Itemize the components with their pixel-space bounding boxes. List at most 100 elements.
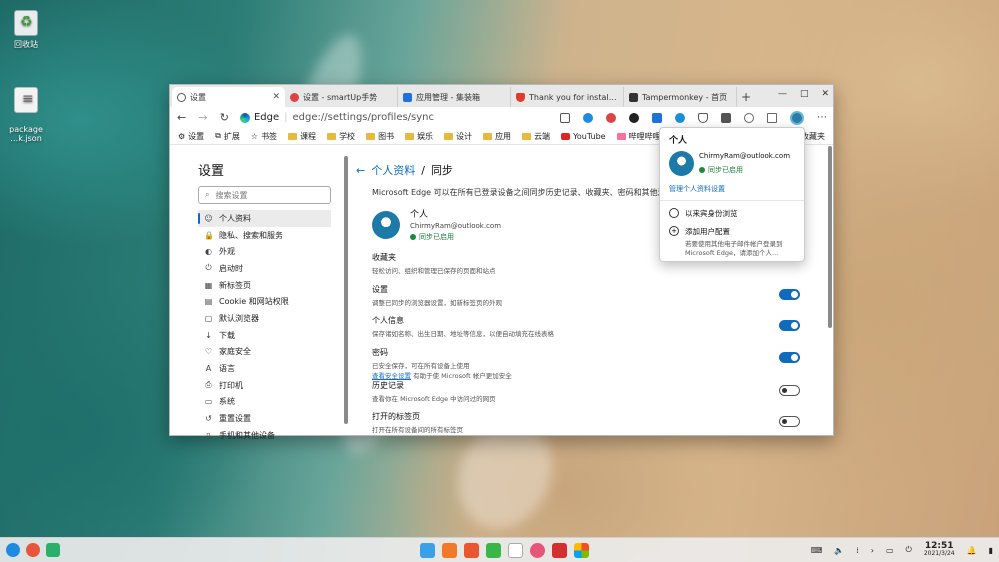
close-tab-icon[interactable]: ✕ <box>272 92 280 102</box>
sidebar-item-1[interactable]: 🔒 隐私、搜索和服务 <box>198 227 331 244</box>
minimize-button[interactable]: — <box>778 89 787 99</box>
extensions-puzzle-icon[interactable] <box>744 112 754 123</box>
smartup-extension-icon[interactable] <box>606 112 616 123</box>
sidebar-item-11[interactable]: ▭ 系统 <box>198 394 331 411</box>
browse-as-guest-item[interactable]: 以来宾身份浏览 <box>660 201 804 219</box>
sidebar-item-3[interactable]: ⏻ 启动时 <box>198 260 331 277</box>
more-menu-icon[interactable]: ⋯ <box>817 112 827 123</box>
bookmark-bookmarks[interactable]: ☆ 书签 <box>251 131 277 142</box>
security-settings-link[interactable]: 查看安全设置 <box>372 372 411 380</box>
nav-icon: ▤ <box>204 297 213 307</box>
flyout-avatar <box>669 151 694 176</box>
nav-icon: ▭ <box>204 397 213 407</box>
multitask-icon[interactable] <box>26 543 40 557</box>
bookmark-folder-cloud[interactable]: 云端 <box>522 131 550 142</box>
tampermonkey-extension-icon[interactable] <box>721 112 731 123</box>
forward-button[interactable]: → <box>197 111 208 124</box>
tab-app-manager[interactable]: 应用管理 - 集装箱 <box>398 87 511 107</box>
bookmark-folder-courses[interactable]: 课程 <box>288 131 316 142</box>
close-window-button[interactable]: ✕ <box>821 89 829 99</box>
sidebar-item-13[interactable]: ▯ 手机和其他设备 <box>198 427 331 444</box>
folder-icon <box>522 132 532 140</box>
sidebar-item-7[interactable]: ↓ 下载 <box>198 327 331 344</box>
extension-dark-icon[interactable] <box>629 112 639 123</box>
sync-toggle[interactable] <box>779 416 800 427</box>
breadcrumb-separator: / <box>421 163 425 177</box>
app-store-icon[interactable] <box>442 542 457 558</box>
sidebar-item-2[interactable]: ◐ 外观 <box>198 243 331 260</box>
shield-extension-icon[interactable] <box>698 112 708 123</box>
clock[interactable]: 12:51 2021/3/24 <box>924 542 955 558</box>
sidebar-item-5[interactable]: ▤ Cookie 和网站权限 <box>198 293 331 310</box>
desktop-icon-recycle-bin[interactable]: 回收站 <box>1 10 51 50</box>
url-text[interactable]: edge://settings/profiles/sync <box>293 112 434 123</box>
sidebar-item-10[interactable]: ⎙ 打印机 <box>198 377 331 394</box>
bookmark-settings[interactable]: ⚙ 设置 <box>178 131 204 142</box>
sidebar-item-4[interactable]: ▦ 新标签页 <box>198 277 331 294</box>
launcher-icon[interactable] <box>6 543 20 557</box>
notification-bell-icon[interactable]: 🔔 <box>967 546 977 555</box>
screen-icon[interactable]: ▭ <box>886 546 894 555</box>
gallery-icon[interactable] <box>464 542 479 558</box>
tab-tampermonkey[interactable]: Tampermonkey - 首页 <box>624 87 737 107</box>
bookmark-folder-apps[interactable]: 应用 <box>483 131 511 142</box>
sidebar-item-6[interactable]: ▢ 默认浏览器 <box>198 310 331 327</box>
bookmark-youtube[interactable]: YouTube <box>561 132 606 141</box>
main-scrollbar[interactable] <box>828 146 832 328</box>
sync-toggle[interactable] <box>779 351 800 363</box>
sidebar-item-0[interactable]: ☺ 个人资料 <box>198 210 331 227</box>
refresh-button[interactable]: ↻ <box>219 111 230 124</box>
network-icon[interactable]: ⁞ <box>856 546 859 555</box>
back-arrow-icon[interactable]: ← <box>356 164 365 177</box>
terminal-icon[interactable] <box>552 542 567 558</box>
breadcrumb-parent-link[interactable]: 个人资料 <box>371 162 415 178</box>
sidebar-item-label: 系统 <box>219 397 235 407</box>
sidebar-item-8[interactable]: ♡ 家庭安全 <box>198 344 331 361</box>
sync-row-title: 历史记录 <box>372 380 404 390</box>
maximize-button[interactable]: □ <box>800 89 809 99</box>
back-button[interactable]: ← <box>176 111 187 124</box>
sidebar-item-9[interactable]: A 语言 <box>198 360 331 377</box>
tab-thank-you[interactable]: Thank you for installin <box>511 87 624 107</box>
bookmark-extensions[interactable]: ⧉ 扩展 <box>215 131 240 142</box>
desktop-icon-package-json[interactable]: package …k.json <box>1 78 51 152</box>
favorites-icon[interactable] <box>767 112 777 123</box>
sidebar-item-12[interactable]: ↺ 重置设置 <box>198 410 331 427</box>
music-icon[interactable] <box>486 542 501 558</box>
add-profile-item[interactable]: + 添加用户配置 若要使用其他电子邮件帐户登录到 Microsoft Edge，… <box>660 219 804 258</box>
keyboard-icon[interactable]: ⌨ <box>811 546 823 555</box>
volume-icon[interactable]: 🔈 <box>834 546 844 555</box>
bookmark-label: 设置 <box>188 131 205 141</box>
address-bar[interactable]: Edge | edge://settings/profiles/sync <box>239 109 550 126</box>
read-aloud-icon[interactable] <box>560 112 570 123</box>
guest-icon <box>669 208 679 218</box>
folder-icon <box>405 132 415 140</box>
bookmark-folder-books[interactable]: 图书 <box>366 131 394 142</box>
desktop-icon[interactable] <box>46 543 60 557</box>
show-desktop-icon[interactable]: ▮ <box>989 546 993 555</box>
expand-tray-icon[interactable]: › <box>871 546 874 555</box>
bookmark-folder-design[interactable]: 设计 <box>444 131 472 142</box>
gear-icon <box>177 92 186 102</box>
office-icon[interactable] <box>574 542 589 558</box>
new-tab-button[interactable]: + <box>737 87 755 107</box>
sync-toggle[interactable] <box>779 288 800 300</box>
manage-profile-link[interactable]: 管理个人资料设置 <box>660 176 804 201</box>
profile-avatar-button[interactable] <box>790 110 804 125</box>
app-manager-extension-icon[interactable] <box>652 112 662 123</box>
extension-colorful-icon[interactable] <box>675 112 685 123</box>
bookmark-folder-school[interactable]: 学校 <box>327 131 355 142</box>
sidebar-item-label: 默认浏览器 <box>219 313 259 323</box>
extension-blue-icon[interactable] <box>583 112 593 123</box>
power-icon[interactable]: ⏻ <box>906 545 912 555</box>
calendar-icon[interactable] <box>508 542 523 558</box>
sync-toggle[interactable] <box>779 384 800 396</box>
sync-toggle[interactable] <box>779 320 800 331</box>
settings-search-input[interactable]: ⌕ 搜索设置 <box>198 186 331 204</box>
bookmark-folder-entertainment[interactable]: 娱乐 <box>405 131 433 142</box>
sidebar-item-label: 打印机 <box>219 380 243 390</box>
file-manager-icon[interactable] <box>420 542 435 558</box>
tab-smartup[interactable]: 设置 - smartUp手势 <box>285 87 398 107</box>
tab-settings[interactable]: 设置 ✕ <box>172 87 285 107</box>
settings-app-icon[interactable] <box>530 542 545 558</box>
